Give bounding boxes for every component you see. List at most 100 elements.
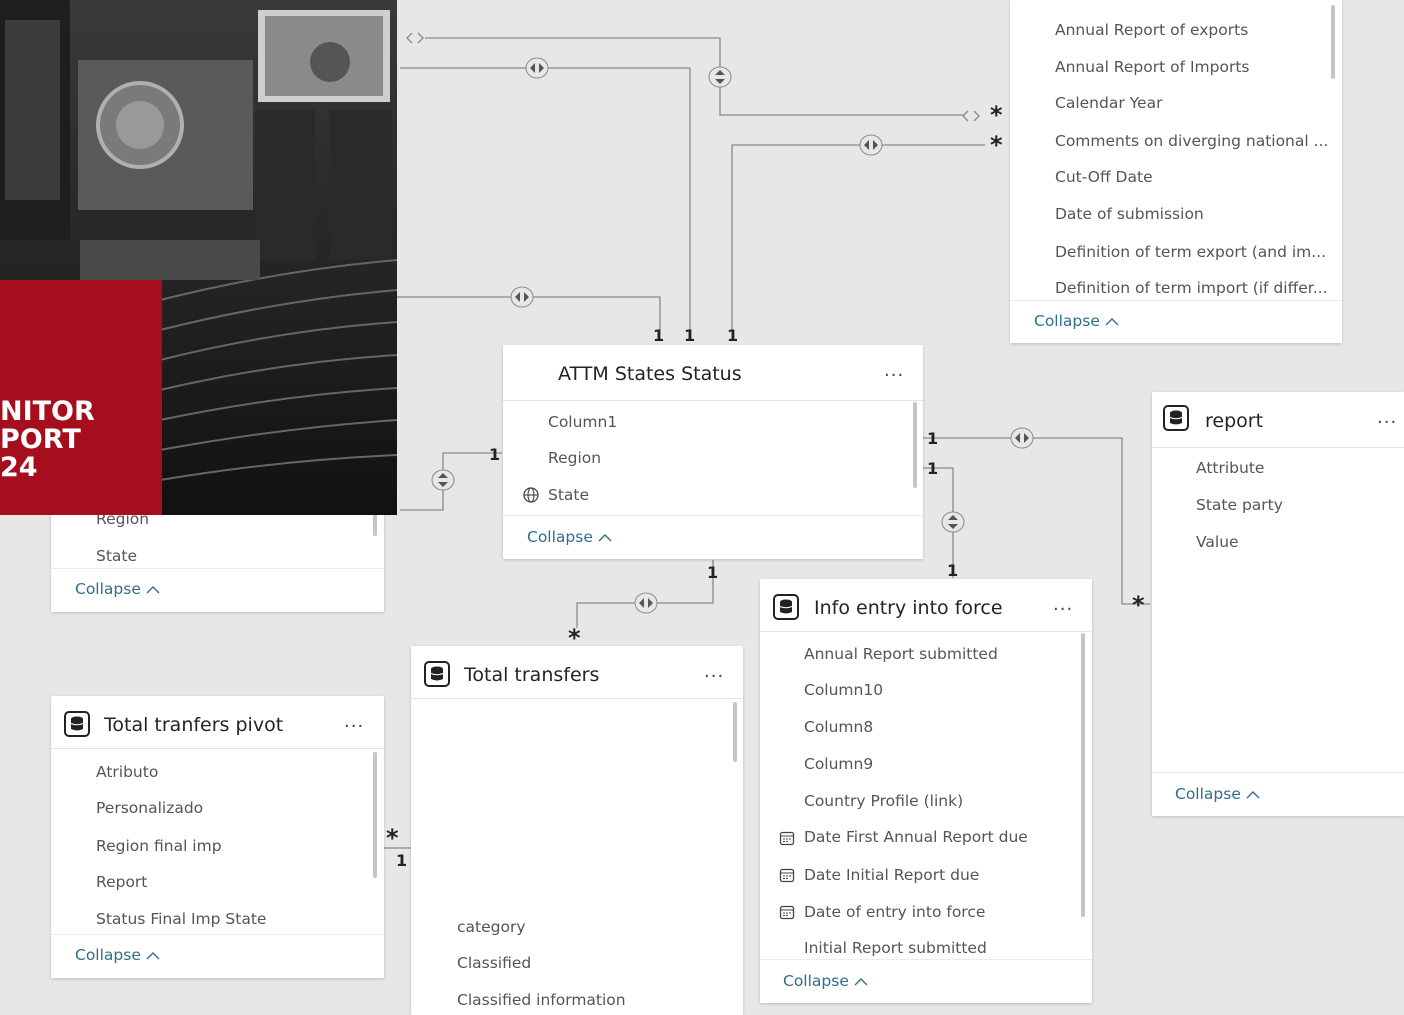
more-options-button[interactable]: ...: [1377, 407, 1397, 428]
table-card-report[interactable]: report ... Attribute State party Value C…: [1152, 392, 1404, 816]
table-card-total-transfers[interactable]: Total transfers ... category Classified …: [411, 646, 743, 1015]
field-item[interactable]: Initial Report submitted: [804, 939, 987, 957]
collapse-link[interactable]: Collapse: [527, 528, 612, 546]
table-card-attm-states-status[interactable]: ATTM States Status ... Column1 Region St…: [503, 345, 923, 559]
field-item[interactable]: Classified information: [457, 991, 626, 1009]
field-item[interactable]: Column10: [804, 681, 883, 699]
table-card-annual-report[interactable]: Annual Report of exports Annual Report o…: [1010, 0, 1342, 343]
report-cover-photo: NITOR PORT 24: [0, 0, 397, 515]
double-arrow-vertical-icon[interactable]: [941, 511, 965, 533]
scrollbar[interactable]: [913, 402, 917, 488]
cardinality-one: 1: [653, 326, 665, 345]
collapse-label: Collapse: [527, 528, 593, 546]
scrollbar[interactable]: [373, 752, 377, 878]
double-arrow-horizontal-icon[interactable]: [634, 592, 658, 614]
cardinality-many: *: [386, 824, 399, 852]
collapse-link[interactable]: Collapse: [1034, 312, 1119, 330]
scrollbar[interactable]: [1331, 5, 1335, 79]
double-arrow-vertical-icon[interactable]: [431, 469, 455, 491]
table-card-info-entry-into-force[interactable]: Info entry into force ... Annual Report …: [760, 579, 1092, 1003]
cardinality-one: 1: [927, 429, 939, 448]
chevron-pair-icon: [962, 110, 980, 122]
field-item[interactable]: Cut-Off Date: [1055, 168, 1153, 186]
chevron-up-icon: [146, 951, 160, 959]
scrollbar[interactable]: [733, 702, 737, 762]
cardinality-many: *: [1132, 591, 1145, 619]
card-title: ATTM States Status: [558, 363, 742, 385]
chevron-up-icon: [146, 585, 160, 593]
field-item[interactable]: Date of entry into force: [804, 903, 985, 921]
field-item[interactable]: Atributo: [96, 763, 158, 781]
field-item[interactable]: Country Profile (link): [804, 792, 963, 810]
field-item[interactable]: Value: [1196, 533, 1239, 551]
field-item[interactable]: Annual Report submitted: [804, 645, 998, 663]
field-item[interactable]: Definition of term import (if differ...: [1055, 279, 1328, 297]
field-item[interactable]: Column1: [548, 413, 617, 431]
card-title: report: [1205, 410, 1264, 432]
field-item[interactable]: Date Initial Report due: [804, 866, 979, 884]
field-item[interactable]: Comments on diverging national ...: [1055, 132, 1328, 150]
card-title: Total transfers: [464, 664, 600, 686]
field-item[interactable]: Attribute: [1196, 459, 1264, 477]
cardinality-many: *: [990, 101, 1003, 129]
collapse-link[interactable]: Collapse: [1175, 785, 1260, 803]
field-item[interactable]: Annual Report of exports: [1055, 21, 1248, 39]
field-item[interactable]: State: [548, 486, 589, 504]
cardinality-one: 1: [489, 445, 501, 464]
double-arrow-horizontal-icon[interactable]: [525, 57, 549, 79]
database-icon: [64, 711, 90, 737]
field-item[interactable]: Report: [96, 873, 147, 891]
calendar-icon: [779, 868, 795, 883]
cardinality-one: 1: [684, 326, 696, 345]
field-item[interactable]: Personalizado: [96, 799, 203, 817]
card-title: Info entry into force: [814, 597, 1003, 619]
field-item[interactable]: Classified: [457, 954, 531, 972]
banner-line: NITOR: [0, 396, 95, 427]
double-arrow-horizontal-icon[interactable]: [1010, 427, 1034, 449]
collapse-link[interactable]: Collapse: [75, 946, 160, 964]
collapse-label: Collapse: [75, 580, 141, 598]
double-arrow-horizontal-icon[interactable]: [859, 134, 883, 156]
more-options-button[interactable]: ...: [1053, 594, 1073, 615]
cardinality-one: 1: [947, 561, 959, 580]
more-options-button[interactable]: ...: [884, 360, 904, 381]
field-item[interactable]: Status Final Imp State: [96, 910, 266, 928]
table-card-total-tranfers-pivot[interactable]: Total tranfers pivot ... Atributo Person…: [51, 696, 384, 978]
field-item[interactable]: Definition of term export (and im...: [1055, 243, 1326, 261]
field-item[interactable]: Date First Annual Report due: [804, 828, 1028, 846]
more-options-button[interactable]: ...: [344, 711, 364, 732]
cardinality-many: *: [568, 624, 581, 652]
database-icon: [424, 661, 450, 687]
field-item[interactable]: Region: [548, 449, 601, 467]
chevron-pair-icon: [406, 32, 424, 44]
double-arrow-vertical-icon[interactable]: [708, 66, 732, 88]
chevron-up-icon: [1246, 790, 1260, 798]
field-item[interactable]: State: [96, 547, 137, 565]
collapse-link[interactable]: Collapse: [783, 972, 868, 990]
chevron-up-icon: [854, 977, 868, 985]
cardinality-one: 1: [707, 563, 719, 582]
cardinality-one: 1: [396, 851, 408, 870]
report-banner: NITOR PORT 24: [0, 280, 162, 515]
field-item[interactable]: Date of submission: [1055, 205, 1204, 223]
field-item[interactable]: Annual Report of Imports: [1055, 58, 1250, 76]
model-canvas[interactable]: * * 1 1 1 1 1 1 1 1 * * * 1 Annual Repor…: [0, 0, 1404, 1015]
field-item[interactable]: Region final imp: [96, 837, 222, 855]
collapse-link[interactable]: Collapse: [75, 580, 160, 598]
cardinality-one: 1: [927, 459, 939, 478]
database-icon: [1163, 405, 1189, 431]
field-item[interactable]: Column8: [804, 718, 873, 736]
collapse-label: Collapse: [1034, 312, 1100, 330]
field-item[interactable]: State party: [1196, 496, 1283, 514]
collapse-label: Collapse: [1175, 785, 1241, 803]
double-arrow-horizontal-icon[interactable]: [510, 286, 534, 308]
cardinality-one: 1: [727, 326, 739, 345]
field-item[interactable]: Column9: [804, 755, 873, 773]
banner-line: 24: [0, 452, 38, 483]
field-item[interactable]: Calendar Year: [1055, 94, 1162, 112]
collapse-label: Collapse: [783, 972, 849, 990]
field-item[interactable]: category: [457, 918, 526, 936]
scrollbar[interactable]: [1081, 633, 1085, 917]
calendar-icon: [779, 905, 795, 920]
more-options-button[interactable]: ...: [704, 661, 724, 682]
